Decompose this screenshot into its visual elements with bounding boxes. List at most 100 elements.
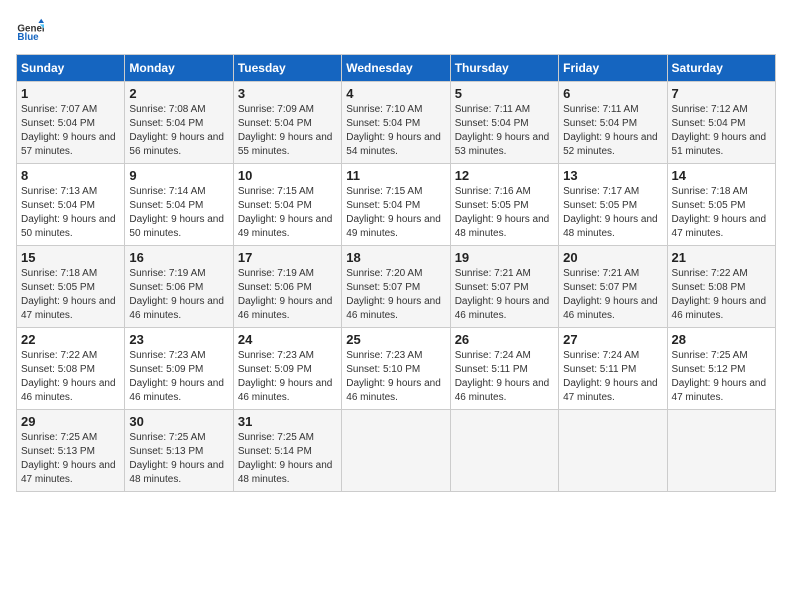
calendar-cell: 15 Sunrise: 7:18 AM Sunset: 5:05 PM Dayl… <box>17 246 125 328</box>
day-number: 7 <box>672 86 771 101</box>
day-info: Sunrise: 7:21 AM Sunset: 5:07 PM Dayligh… <box>455 267 554 323</box>
logo-icon: General Blue <box>16 16 44 44</box>
calendar-cell: 27 Sunrise: 7:24 AM Sunset: 5:11 PM Dayl… <box>559 328 667 410</box>
day-info: Sunrise: 7:18 AM Sunset: 5:05 PM Dayligh… <box>672 185 771 241</box>
calendar-cell: 2 Sunrise: 7:08 AM Sunset: 5:04 PM Dayli… <box>125 82 233 164</box>
day-number: 16 <box>129 250 228 265</box>
day-number: 6 <box>563 86 662 101</box>
day-info: Sunrise: 7:18 AM Sunset: 5:05 PM Dayligh… <box>21 267 120 323</box>
day-number: 29 <box>21 414 120 429</box>
calendar-cell <box>559 410 667 492</box>
calendar-cell: 20 Sunrise: 7:21 AM Sunset: 5:07 PM Dayl… <box>559 246 667 328</box>
calendar-week-row: 1 Sunrise: 7:07 AM Sunset: 5:04 PM Dayli… <box>17 82 776 164</box>
day-info: Sunrise: 7:19 AM Sunset: 5:06 PM Dayligh… <box>129 267 228 323</box>
day-info: Sunrise: 7:09 AM Sunset: 5:04 PM Dayligh… <box>238 103 337 159</box>
day-number: 10 <box>238 168 337 183</box>
day-number: 26 <box>455 332 554 347</box>
day-info: Sunrise: 7:21 AM Sunset: 5:07 PM Dayligh… <box>563 267 662 323</box>
calendar-week-row: 29 Sunrise: 7:25 AM Sunset: 5:13 PM Dayl… <box>17 410 776 492</box>
day-number: 21 <box>672 250 771 265</box>
day-number: 17 <box>238 250 337 265</box>
day-info: Sunrise: 7:11 AM Sunset: 5:04 PM Dayligh… <box>563 103 662 159</box>
calendar-cell: 9 Sunrise: 7:14 AM Sunset: 5:04 PM Dayli… <box>125 164 233 246</box>
day-number: 23 <box>129 332 228 347</box>
day-number: 4 <box>346 86 445 101</box>
day-info: Sunrise: 7:25 AM Sunset: 5:14 PM Dayligh… <box>238 431 337 487</box>
day-number: 24 <box>238 332 337 347</box>
day-number: 9 <box>129 168 228 183</box>
day-number: 3 <box>238 86 337 101</box>
calendar-cell <box>342 410 450 492</box>
calendar-cell: 26 Sunrise: 7:24 AM Sunset: 5:11 PM Dayl… <box>450 328 558 410</box>
calendar-cell <box>450 410 558 492</box>
day-info: Sunrise: 7:11 AM Sunset: 5:04 PM Dayligh… <box>455 103 554 159</box>
calendar-cell: 7 Sunrise: 7:12 AM Sunset: 5:04 PM Dayli… <box>667 82 775 164</box>
day-info: Sunrise: 7:22 AM Sunset: 5:08 PM Dayligh… <box>21 349 120 405</box>
header-tuesday: Tuesday <box>233 55 341 82</box>
day-number: 12 <box>455 168 554 183</box>
page-header: General Blue <box>16 16 776 44</box>
day-number: 11 <box>346 168 445 183</box>
day-info: Sunrise: 7:07 AM Sunset: 5:04 PM Dayligh… <box>21 103 120 159</box>
day-number: 28 <box>672 332 771 347</box>
calendar-cell: 28 Sunrise: 7:25 AM Sunset: 5:12 PM Dayl… <box>667 328 775 410</box>
calendar-cell: 13 Sunrise: 7:17 AM Sunset: 5:05 PM Dayl… <box>559 164 667 246</box>
day-info: Sunrise: 7:20 AM Sunset: 5:07 PM Dayligh… <box>346 267 445 323</box>
day-info: Sunrise: 7:23 AM Sunset: 5:09 PM Dayligh… <box>129 349 228 405</box>
calendar-cell: 18 Sunrise: 7:20 AM Sunset: 5:07 PM Dayl… <box>342 246 450 328</box>
calendar-header-row: SundayMondayTuesdayWednesdayThursdayFrid… <box>17 55 776 82</box>
day-info: Sunrise: 7:10 AM Sunset: 5:04 PM Dayligh… <box>346 103 445 159</box>
logo: General Blue <box>16 16 48 44</box>
day-number: 25 <box>346 332 445 347</box>
day-info: Sunrise: 7:08 AM Sunset: 5:04 PM Dayligh… <box>129 103 228 159</box>
day-info: Sunrise: 7:17 AM Sunset: 5:05 PM Dayligh… <box>563 185 662 241</box>
day-info: Sunrise: 7:25 AM Sunset: 5:13 PM Dayligh… <box>129 431 228 487</box>
calendar-cell: 1 Sunrise: 7:07 AM Sunset: 5:04 PM Dayli… <box>17 82 125 164</box>
day-info: Sunrise: 7:24 AM Sunset: 5:11 PM Dayligh… <box>455 349 554 405</box>
day-info: Sunrise: 7:23 AM Sunset: 5:10 PM Dayligh… <box>346 349 445 405</box>
day-number: 30 <box>129 414 228 429</box>
day-info: Sunrise: 7:19 AM Sunset: 5:06 PM Dayligh… <box>238 267 337 323</box>
day-number: 5 <box>455 86 554 101</box>
day-number: 19 <box>455 250 554 265</box>
day-number: 13 <box>563 168 662 183</box>
calendar-week-row: 8 Sunrise: 7:13 AM Sunset: 5:04 PM Dayli… <box>17 164 776 246</box>
calendar-cell: 6 Sunrise: 7:11 AM Sunset: 5:04 PM Dayli… <box>559 82 667 164</box>
day-info: Sunrise: 7:14 AM Sunset: 5:04 PM Dayligh… <box>129 185 228 241</box>
calendar-table: SundayMondayTuesdayWednesdayThursdayFrid… <box>16 54 776 492</box>
day-number: 15 <box>21 250 120 265</box>
day-info: Sunrise: 7:24 AM Sunset: 5:11 PM Dayligh… <box>563 349 662 405</box>
calendar-cell: 3 Sunrise: 7:09 AM Sunset: 5:04 PM Dayli… <box>233 82 341 164</box>
day-number: 31 <box>238 414 337 429</box>
calendar-cell: 21 Sunrise: 7:22 AM Sunset: 5:08 PM Dayl… <box>667 246 775 328</box>
day-info: Sunrise: 7:25 AM Sunset: 5:12 PM Dayligh… <box>672 349 771 405</box>
day-info: Sunrise: 7:13 AM Sunset: 5:04 PM Dayligh… <box>21 185 120 241</box>
calendar-cell: 29 Sunrise: 7:25 AM Sunset: 5:13 PM Dayl… <box>17 410 125 492</box>
header-friday: Friday <box>559 55 667 82</box>
day-number: 20 <box>563 250 662 265</box>
day-number: 2 <box>129 86 228 101</box>
svg-text:Blue: Blue <box>17 32 39 43</box>
calendar-cell: 22 Sunrise: 7:22 AM Sunset: 5:08 PM Dayl… <box>17 328 125 410</box>
day-info: Sunrise: 7:22 AM Sunset: 5:08 PM Dayligh… <box>672 267 771 323</box>
header-saturday: Saturday <box>667 55 775 82</box>
day-info: Sunrise: 7:15 AM Sunset: 5:04 PM Dayligh… <box>238 185 337 241</box>
day-number: 22 <box>21 332 120 347</box>
day-number: 14 <box>672 168 771 183</box>
day-number: 8 <box>21 168 120 183</box>
calendar-cell <box>667 410 775 492</box>
calendar-cell: 14 Sunrise: 7:18 AM Sunset: 5:05 PM Dayl… <box>667 164 775 246</box>
calendar-cell: 19 Sunrise: 7:21 AM Sunset: 5:07 PM Dayl… <box>450 246 558 328</box>
calendar-cell: 5 Sunrise: 7:11 AM Sunset: 5:04 PM Dayli… <box>450 82 558 164</box>
calendar-week-row: 15 Sunrise: 7:18 AM Sunset: 5:05 PM Dayl… <box>17 246 776 328</box>
day-info: Sunrise: 7:23 AM Sunset: 5:09 PM Dayligh… <box>238 349 337 405</box>
calendar-cell: 25 Sunrise: 7:23 AM Sunset: 5:10 PM Dayl… <box>342 328 450 410</box>
calendar-cell: 4 Sunrise: 7:10 AM Sunset: 5:04 PM Dayli… <box>342 82 450 164</box>
calendar-week-row: 22 Sunrise: 7:22 AM Sunset: 5:08 PM Dayl… <box>17 328 776 410</box>
day-number: 1 <box>21 86 120 101</box>
day-info: Sunrise: 7:12 AM Sunset: 5:04 PM Dayligh… <box>672 103 771 159</box>
calendar-cell: 31 Sunrise: 7:25 AM Sunset: 5:14 PM Dayl… <box>233 410 341 492</box>
header-sunday: Sunday <box>17 55 125 82</box>
calendar-cell: 12 Sunrise: 7:16 AM Sunset: 5:05 PM Dayl… <box>450 164 558 246</box>
header-monday: Monday <box>125 55 233 82</box>
